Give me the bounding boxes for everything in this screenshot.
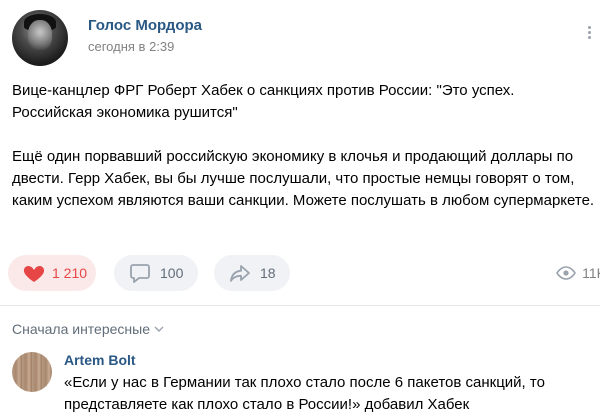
views-count: 11K <box>582 265 600 281</box>
comment-text: «Если у нас в Германии так плохо стало п… <box>64 374 545 413</box>
comment-bubble-icon <box>128 261 152 285</box>
post-header: Голос Мордора сегодня в 2:39 <box>12 10 600 66</box>
more-dots-icon[interactable] <box>582 26 596 40</box>
post-text: Вице-канцлер ФРГ Роберт Хабек о санкциях… <box>12 80 597 212</box>
heart-icon <box>22 261 46 285</box>
share-count: 18 <box>260 265 276 281</box>
share-arrow-icon <box>228 261 252 285</box>
comment-author-name[interactable]: Artem Bolt <box>64 352 136 368</box>
post-paragraph-1: Вице-канцлер ФРГ Роберт Хабек о санкциях… <box>12 82 515 121</box>
post-actions-bar: 1 210 100 18 11K <box>8 255 600 291</box>
like-count: 1 210 <box>52 265 88 281</box>
comment-button[interactable]: 100 <box>114 255 198 291</box>
community-name-link[interactable]: Голос Мордора <box>88 17 202 34</box>
eye-icon <box>556 266 577 280</box>
community-avatar[interactable] <box>12 10 68 66</box>
comments-sort-dropdown[interactable]: Сначала интересные <box>12 321 164 337</box>
comment-author-avatar[interactable] <box>12 352 52 392</box>
views-counter: 11K <box>556 255 600 291</box>
divider <box>0 305 600 306</box>
like-button[interactable]: 1 210 <box>8 255 96 291</box>
comment-count: 100 <box>160 265 184 281</box>
post-timestamp[interactable]: сегодня в 2:39 <box>88 39 174 54</box>
avatar-face <box>28 20 52 50</box>
post-paragraph-2: Ещё один порвавший российскую экономику … <box>12 148 595 209</box>
comments-sort-label: Сначала интересные <box>12 321 150 337</box>
share-button[interactable]: 18 <box>214 255 290 291</box>
chevron-down-icon <box>154 326 164 332</box>
